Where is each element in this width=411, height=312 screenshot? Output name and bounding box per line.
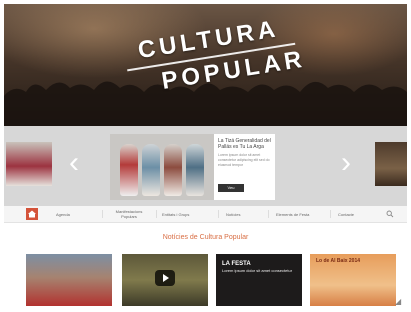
nav-item-manifestacions[interactable]: Manifestacions Populars <box>108 206 150 222</box>
news-thumbnail-3[interactable]: LA FESTA Lorem ipsum dolor sit amet cons… <box>216 254 302 306</box>
slider-prev-thumbnail[interactable] <box>6 142 52 186</box>
hero-banner: CULTURA POPULAR <box>4 4 407 126</box>
home-icon[interactable] <box>26 208 38 220</box>
main-nav: Agenda Manifestacions Populars Entitats … <box>4 206 407 223</box>
chevron-left-icon[interactable]: ‹ <box>64 146 84 180</box>
nav-separator <box>102 210 103 218</box>
slide-body: Lorem ipsum dolor sit amet consectetur a… <box>218 153 270 167</box>
featured-slider: ‹ La Tizá Generalidad del Pallás es Tu L… <box>4 126 407 206</box>
nav-separator <box>156 210 157 218</box>
nav-separator <box>268 210 269 218</box>
news-thumbnail-4[interactable]: Lo de Al Baix 2014 <box>310 254 396 306</box>
news-thumbnail-4-caption: Lo de Al Baix 2014 <box>316 258 360 264</box>
news-thumbnail-3-heading: LA FESTA <box>222 261 251 267</box>
slider-next-thumbnail[interactable] <box>375 142 407 186</box>
chevron-right-icon[interactable]: › <box>336 146 356 180</box>
nav-item-entitats[interactable]: Entitats i Grups <box>162 206 212 222</box>
news-thumbnail-1[interactable] <box>26 254 112 306</box>
news-thumbnail-3-subtext: Lorem ipsum dolor sit amet consectetur <box>222 268 293 273</box>
figure-giant-4 <box>186 144 204 196</box>
nav-separator <box>330 210 331 218</box>
nav-item-contacte[interactable]: Contacte <box>338 206 366 222</box>
slide-photo <box>110 134 214 200</box>
figure-giant-3 <box>164 144 182 196</box>
figure-giant-1 <box>120 144 138 196</box>
nav-item-agenda[interactable]: Agenda <box>56 206 82 222</box>
news-thumbnails: LA FESTA Lorem ipsum dolor sit amet cons… <box>26 254 406 308</box>
slide-card[interactable]: La Tizá Generalidad del Pallás es Tu La … <box>110 134 275 200</box>
nav-item-noticies[interactable]: Notícies <box>226 206 256 222</box>
nav-separator <box>218 210 219 218</box>
news-thumbnail-3-caption: LA FESTA Lorem ipsum dolor sit amet cons… <box>222 260 296 273</box>
section-title: Notícies de Cultura Popular <box>162 234 249 241</box>
page-frame: CULTURA POPULAR ‹ La Tizá Generalidad de… <box>4 4 407 308</box>
news-thumbnail-2[interactable] <box>122 254 208 306</box>
resize-corner-icon: ◢ <box>395 297 402 306</box>
search-icon[interactable] <box>386 210 394 218</box>
play-icon[interactable] <box>155 270 175 286</box>
figure-giant-2 <box>142 144 160 196</box>
nav-item-elements[interactable]: Elements de Festa <box>276 206 310 222</box>
slide-text: La Tizá Generalidad del Pallás es Tu La … <box>218 138 276 198</box>
slide-more-button[interactable]: Veu <box>218 184 244 192</box>
slide-title: La Tizá Generalidad del Pallás es Tu La … <box>218 138 271 150</box>
